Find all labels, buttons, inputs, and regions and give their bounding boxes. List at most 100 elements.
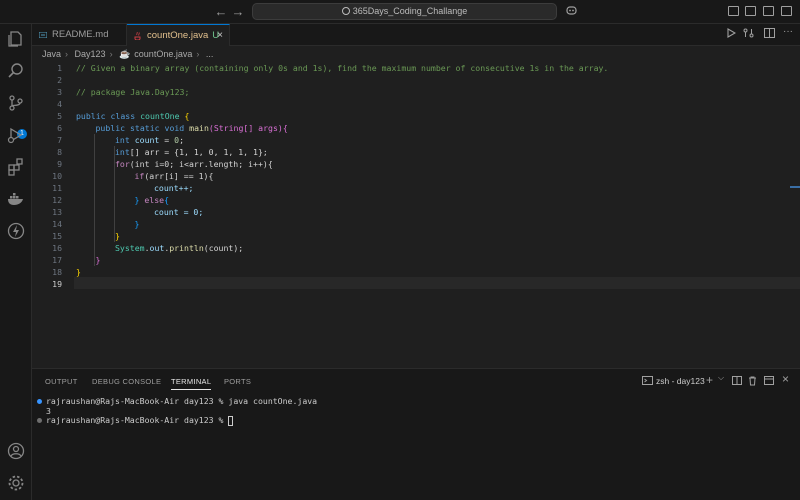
code-line: System.out.println(count); bbox=[115, 243, 244, 253]
line-number: 18 bbox=[52, 267, 62, 277]
code-line: int count = 0; bbox=[115, 135, 185, 145]
toggle-secondary-sidebar-icon[interactable] bbox=[745, 6, 756, 16]
command-success-icon bbox=[37, 399, 42, 404]
code-line: public class countOne { bbox=[76, 111, 190, 121]
line-number: 8 bbox=[57, 147, 62, 157]
command-pending-icon bbox=[37, 418, 42, 423]
tab-ports[interactable]: PORTS bbox=[224, 377, 251, 389]
settings-gear-icon[interactable] bbox=[7, 474, 25, 492]
code-line: // package Java.Day123; bbox=[76, 87, 190, 97]
tab-debug-console[interactable]: DEBUG CONSOLE bbox=[92, 377, 161, 389]
lightning-icon[interactable] bbox=[7, 222, 25, 240]
code-line: } bbox=[95, 255, 101, 265]
scrollbar-marker bbox=[790, 186, 800, 188]
terminal-prompt[interactable]: rajraushan@Rajs-MacBook-Air day123 % bbox=[46, 415, 234, 426]
line-number: 1 bbox=[57, 63, 62, 73]
code-line: } bbox=[115, 231, 120, 241]
code-editor[interactable]: 1 2 3 4 5 6 7 8 9 10 11 12 13 14 15 16 1… bbox=[32, 62, 800, 368]
line-number: 16 bbox=[52, 243, 62, 253]
toggle-panel-icon[interactable] bbox=[763, 6, 774, 16]
breadcrumb-item[interactable]: Day123 bbox=[75, 49, 106, 59]
chevron-down-icon[interactable]: ⌵ bbox=[718, 373, 724, 383]
forward-arrow-icon[interactable]: → bbox=[231, 4, 245, 20]
code-line: for(int i=0; i<arr.length; i++){ bbox=[115, 159, 273, 169]
code-line: count = 0; bbox=[154, 207, 204, 217]
info-icon bbox=[39, 32, 47, 38]
line-number: 5 bbox=[57, 111, 62, 121]
run-icon[interactable] bbox=[727, 28, 737, 41]
tab-label: README.md bbox=[52, 29, 109, 40]
code-line: int[] arr = {1, 1, 0, 1, 1, 1}; bbox=[115, 147, 268, 157]
editor-tab-bar: README.md countOne.java U × bbox=[32, 24, 800, 46]
tab-label: countOne.java bbox=[147, 30, 209, 41]
line-number: 6 bbox=[57, 123, 62, 133]
chevron-right-icon: › bbox=[65, 49, 69, 59]
customize-layout-icon[interactable] bbox=[781, 6, 792, 16]
line-number: 13 bbox=[52, 207, 62, 217]
maximize-panel-icon[interactable] bbox=[764, 376, 774, 388]
search-icon bbox=[341, 7, 350, 15]
breadcrumb-item[interactable]: ... bbox=[206, 49, 214, 59]
breadcrumb: Java › Day123 › ☕ countOne.java › ... bbox=[32, 46, 800, 62]
bottom-panel: OUTPUT DEBUG CONSOLE TERMINAL PORTS zsh … bbox=[32, 368, 800, 500]
toggle-sidebar-icon[interactable] bbox=[728, 6, 739, 16]
code-line: count++; bbox=[154, 183, 194, 193]
explorer-icon[interactable] bbox=[7, 30, 25, 48]
line-number: 4 bbox=[57, 99, 62, 109]
code-line: } bbox=[76, 267, 81, 277]
terminal-name[interactable]: zsh - day123 bbox=[656, 376, 705, 386]
kill-terminal-icon[interactable] bbox=[748, 376, 757, 389]
code-line: } bbox=[134, 219, 140, 229]
current-line-highlight bbox=[74, 277, 800, 289]
close-icon[interactable]: × bbox=[217, 25, 223, 47]
search-icon[interactable] bbox=[7, 62, 25, 80]
code-line: public static void main(String[] args){ bbox=[95, 123, 288, 133]
line-number: 2 bbox=[57, 75, 62, 85]
line-number: 14 bbox=[52, 219, 62, 229]
compare-changes-icon[interactable] bbox=[743, 28, 754, 41]
indent-guide bbox=[94, 134, 95, 266]
line-number: 11 bbox=[52, 183, 62, 193]
close-panel-icon[interactable]: × bbox=[782, 372, 789, 386]
split-editor-icon[interactable] bbox=[764, 28, 775, 41]
search-text: 365Days_Coding_Challange bbox=[352, 6, 468, 16]
extensions-icon[interactable] bbox=[7, 158, 25, 176]
code-line: if(arr[i] == 1){ bbox=[134, 171, 214, 181]
add-terminal-icon[interactable]: + bbox=[706, 373, 713, 387]
split-terminal-icon[interactable] bbox=[732, 376, 742, 388]
java-icon: ☕ bbox=[119, 49, 131, 59]
tab-readme[interactable]: README.md bbox=[32, 24, 127, 46]
terminal-icon bbox=[642, 376, 653, 388]
chevron-right-icon: › bbox=[196, 49, 200, 59]
docker-icon[interactable] bbox=[7, 190, 25, 208]
terminal-cursor bbox=[228, 415, 234, 426]
command-center-search[interactable]: 365Days_Coding_Challange bbox=[252, 3, 557, 20]
code-line: // Given a binary array (containing only… bbox=[76, 63, 609, 73]
back-arrow-icon[interactable]: ← bbox=[214, 4, 228, 20]
tab-countone[interactable]: countOne.java U × bbox=[127, 24, 230, 46]
tab-output[interactable]: OUTPUT bbox=[45, 377, 78, 389]
copilot-icon[interactable] bbox=[566, 5, 580, 18]
line-number: 15 bbox=[52, 231, 62, 241]
line-number: 9 bbox=[57, 159, 62, 169]
run-debug-icon[interactable] bbox=[7, 126, 25, 144]
line-number: 7 bbox=[57, 135, 62, 145]
java-icon bbox=[134, 32, 141, 40]
activity-bar: 1 bbox=[0, 24, 32, 500]
line-number: 10 bbox=[52, 171, 62, 181]
source-control-icon[interactable] bbox=[7, 94, 25, 112]
tab-terminal[interactable]: TERMINAL bbox=[171, 377, 212, 390]
terminal-line: rajraushan@Rajs-MacBook-Air day123 % jav… bbox=[46, 396, 318, 406]
line-number: 19 bbox=[52, 279, 62, 289]
more-actions-icon[interactable]: ··· bbox=[783, 26, 793, 37]
breadcrumb-item[interactable]: countOne.java bbox=[134, 49, 192, 59]
account-icon[interactable] bbox=[7, 442, 25, 460]
line-number: 17 bbox=[52, 255, 62, 265]
line-number: 3 bbox=[57, 87, 62, 97]
breadcrumb-item[interactable]: Java bbox=[42, 49, 61, 59]
chevron-right-icon: › bbox=[109, 49, 113, 59]
line-number: 12 bbox=[52, 195, 62, 205]
code-line: } else{ bbox=[134, 195, 170, 205]
line-number-gutter: 1 2 3 4 5 6 7 8 9 10 11 12 13 14 15 16 1… bbox=[32, 62, 62, 368]
title-bar: ← → 365Days_Coding_Challange bbox=[0, 0, 800, 24]
